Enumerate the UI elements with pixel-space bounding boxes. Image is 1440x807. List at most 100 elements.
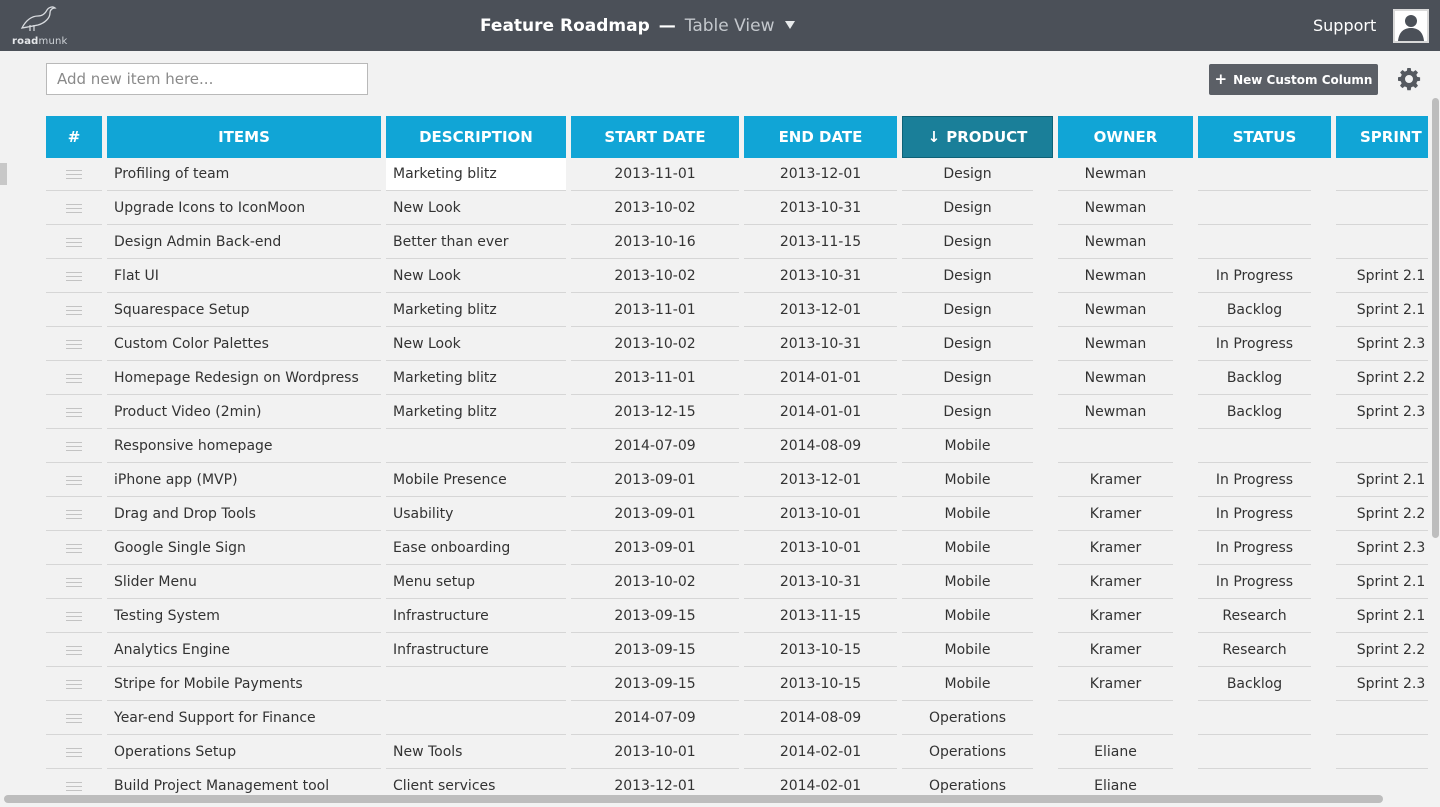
status-cell[interactable] <box>1198 430 1311 463</box>
header-sprint[interactable]: SPRINT <box>1336 116 1428 158</box>
drag-handle-icon[interactable] <box>66 578 82 587</box>
sprint-cell[interactable] <box>1336 702 1428 735</box>
row-drag-cell[interactable] <box>46 668 102 701</box>
start-date-cell[interactable]: 2013-12-15 <box>571 396 739 429</box>
status-cell[interactable] <box>1198 226 1311 259</box>
status-cell[interactable]: In Progress <box>1198 464 1311 497</box>
status-cell[interactable]: Backlog <box>1198 362 1311 395</box>
row-drag-cell[interactable] <box>46 396 102 429</box>
description-cell[interactable]: Marketing blitz <box>386 294 566 327</box>
status-cell[interactable]: Backlog <box>1198 668 1311 701</box>
owner-cell[interactable]: Newman <box>1058 294 1173 327</box>
description-cell[interactable]: Ease onboarding <box>386 532 566 565</box>
start-date-cell[interactable]: 2013-10-16 <box>571 226 739 259</box>
start-date-cell[interactable]: 2013-11-01 <box>571 158 739 191</box>
product-cell[interactable]: Design <box>902 396 1033 429</box>
owner-cell[interactable]: Kramer <box>1058 600 1173 633</box>
item-cell[interactable]: Google Single Sign <box>107 532 381 565</box>
table-row[interactable]: Flat UI New Look 2013-10-02 2013-10-31 Desig… <box>0 260 1428 294</box>
table-row[interactable]: Squarespace Setup Marketing blitz 2013-11-… <box>0 294 1428 328</box>
product-cell[interactable]: Design <box>902 294 1033 327</box>
add-item-input[interactable] <box>46 63 368 95</box>
product-cell[interactable]: Design <box>902 260 1033 293</box>
status-cell[interactable] <box>1198 158 1311 191</box>
item-cell[interactable]: Product Video (2min) <box>107 396 381 429</box>
product-cell[interactable]: Mobile <box>902 668 1033 701</box>
row-drag-cell[interactable] <box>46 158 102 191</box>
owner-cell[interactable]: Newman <box>1058 396 1173 429</box>
description-cell[interactable]: Infrastructure <box>386 600 566 633</box>
owner-cell[interactable]: Newman <box>1058 328 1173 361</box>
table-row[interactable]: Homepage Redesign on Wordpress Marketing … <box>0 362 1428 396</box>
drag-handle-icon[interactable] <box>66 510 82 519</box>
owner-cell[interactable]: Newman <box>1058 362 1173 395</box>
start-date-cell[interactable]: 2013-11-01 <box>571 294 739 327</box>
item-cell[interactable]: Analytics Engine <box>107 634 381 667</box>
table-row[interactable]: Year-end Support for Finance 2014-07-09 20… <box>0 702 1428 736</box>
product-cell[interactable]: Operations <box>902 770 1033 796</box>
row-drag-cell[interactable] <box>46 634 102 667</box>
end-date-cell[interactable]: 2013-10-31 <box>744 566 897 599</box>
product-cell[interactable]: Mobile <box>902 532 1033 565</box>
item-cell[interactable]: Design Admin Back-end <box>107 226 381 259</box>
start-date-cell[interactable]: 2014-07-09 <box>571 702 739 735</box>
row-drag-cell[interactable] <box>46 260 102 293</box>
end-date-cell[interactable]: 2013-12-01 <box>744 464 897 497</box>
owner-cell[interactable]: Eliane <box>1058 770 1173 796</box>
description-cell[interactable]: Better than ever <box>386 226 566 259</box>
end-date-cell[interactable]: 2013-12-01 <box>744 294 897 327</box>
table-row[interactable]: Product Video (2min) Marketing blitz 2013-… <box>0 396 1428 430</box>
table-row[interactable]: Upgrade Icons to IconMoon New Look 2013-10… <box>0 192 1428 226</box>
header-items[interactable]: ITEMS <box>107 116 381 158</box>
row-drag-cell[interactable] <box>46 192 102 225</box>
status-cell[interactable]: In Progress <box>1198 566 1311 599</box>
item-cell[interactable]: Responsive homepage <box>107 430 381 463</box>
product-cell[interactable]: Design <box>902 362 1033 395</box>
end-date-cell[interactable]: 2014-08-09 <box>744 702 897 735</box>
status-cell[interactable]: Backlog <box>1198 294 1311 327</box>
end-date-cell[interactable]: 2013-10-31 <box>744 192 897 225</box>
item-cell[interactable]: Build Project Management tool <box>107 770 381 796</box>
item-cell[interactable]: Profiling of team <box>107 158 381 191</box>
owner-cell[interactable]: Kramer <box>1058 634 1173 667</box>
item-cell[interactable]: Stripe for Mobile Payments <box>107 668 381 701</box>
table-row[interactable]: Custom Color Palettes New Look 2013-10-02 2… <box>0 328 1428 362</box>
row-drag-cell[interactable] <box>46 770 102 796</box>
row-drag-cell[interactable] <box>46 498 102 531</box>
owner-cell[interactable]: Kramer <box>1058 532 1173 565</box>
item-cell[interactable]: Year-end Support for Finance <box>107 702 381 735</box>
description-cell[interactable]: Usability <box>386 498 566 531</box>
start-date-cell[interactable]: 2013-09-15 <box>571 668 739 701</box>
row-drag-cell[interactable] <box>46 328 102 361</box>
sprint-cell[interactable] <box>1336 430 1428 463</box>
end-date-cell[interactable]: 2014-01-01 <box>744 396 897 429</box>
start-date-cell[interactable]: 2013-11-01 <box>571 362 739 395</box>
header-status[interactable]: STATUS <box>1198 116 1331 158</box>
gear-icon[interactable] <box>1397 67 1421 91</box>
sprint-cell[interactable] <box>1336 158 1428 191</box>
end-date-cell[interactable]: 2014-02-01 <box>744 736 897 769</box>
drag-handle-icon[interactable] <box>66 408 82 417</box>
sprint-cell[interactable]: Sprint 2.1 <box>1336 260 1428 293</box>
end-date-cell[interactable]: 2014-08-09 <box>744 430 897 463</box>
support-link[interactable]: Support <box>1313 16 1376 35</box>
description-cell[interactable]: New Tools <box>386 736 566 769</box>
product-cell[interactable]: Design <box>902 226 1033 259</box>
end-date-cell[interactable]: 2014-02-01 <box>744 770 897 796</box>
status-cell[interactable]: In Progress <box>1198 532 1311 565</box>
table-row[interactable]: Slider Menu Menu setup 2013-10-02 2013-10-3… <box>0 566 1428 600</box>
sprint-cell[interactable]: Sprint 2.3 <box>1336 668 1428 701</box>
description-cell[interactable]: Marketing blitz <box>386 396 566 429</box>
product-cell[interactable]: Mobile <box>902 464 1033 497</box>
caret-down-icon[interactable] <box>783 18 797 32</box>
table-row[interactable]: Build Project Management tool Client serv… <box>0 770 1428 796</box>
sprint-cell[interactable] <box>1336 192 1428 225</box>
end-date-cell[interactable]: 2013-10-01 <box>744 532 897 565</box>
status-cell[interactable]: In Progress <box>1198 498 1311 531</box>
item-cell[interactable]: Custom Color Palettes <box>107 328 381 361</box>
sprint-cell[interactable]: Sprint 2.3 <box>1336 328 1428 361</box>
table-row[interactable]: Design Admin Back-end Better than ever 201… <box>0 226 1428 260</box>
product-cell[interactable]: Mobile <box>902 566 1033 599</box>
status-cell[interactable] <box>1198 736 1311 769</box>
description-cell[interactable] <box>386 668 566 701</box>
